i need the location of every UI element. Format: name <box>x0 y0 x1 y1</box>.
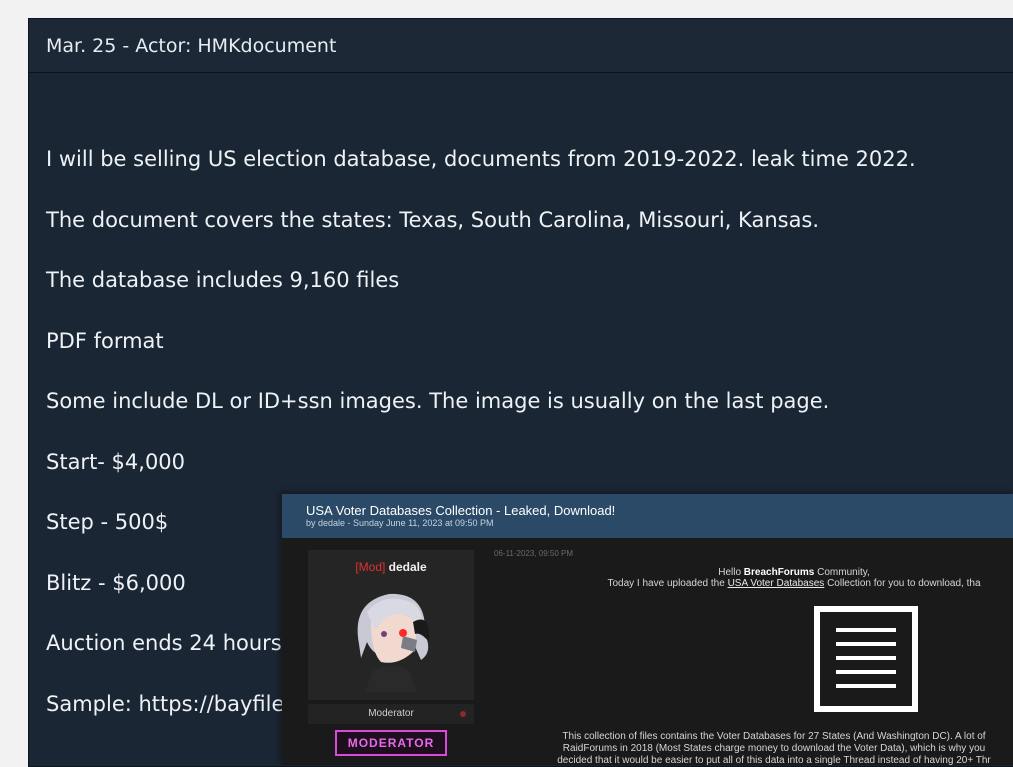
thread-title[interactable]: USA Voter Databases Collection - Leaked,… <box>306 504 1013 518</box>
greeting-line: Hello BreachForums Community, <box>494 567 1013 578</box>
thread-title-bar: USA Voter Databases Collection - Leaked,… <box>282 494 1013 538</box>
mod-tag: [Mod] <box>355 560 386 574</box>
thread-byline: by dedale - Sunday June 11, 2023 at 09:5… <box>306 518 494 528</box>
post-line: The document covers the states: Texas, S… <box>46 207 820 232</box>
role-row: Moderator <box>308 704 474 724</box>
greeting-post: Community, <box>814 567 870 578</box>
upload-link[interactable]: USA Voter Databases <box>728 578 825 589</box>
greeting-bold: BreachForums <box>743 567 815 578</box>
upload-pre: Today I have uploaded the <box>607 578 728 589</box>
desc-line: This collection of files contains the Vo… <box>562 731 986 742</box>
post-header: Mar. 25 - Actor: HMKdocument <box>29 19 1013 73</box>
desc-line: RaidForums in 2018 (Most States charge m… <box>562 743 986 754</box>
username-text: dedale <box>388 560 427 574</box>
upload-post: Collection for you to download, tha <box>824 578 981 589</box>
post-date: 06-11-2023, 09:50 PM <box>494 549 574 558</box>
post-line: PDF format <box>46 328 164 353</box>
post-line: The database includes 9,160 files <box>46 268 400 292</box>
avatar-image[interactable] <box>341 582 441 692</box>
online-status-dot <box>460 711 466 717</box>
user-sidebar: [Mod] dedale Moderator MODERATOR <box>308 550 474 765</box>
forum-screenshot-inset: USA Voter Databases Collection - Leaked,… <box>282 494 1013 765</box>
post-line: Some include DL or ID+ssn images. The im… <box>46 389 830 413</box>
profile-card: [Mod] dedale <box>308 550 474 700</box>
document-icon <box>814 606 918 712</box>
upload-line: Today I have uploaded the USA Voter Data… <box>494 578 1013 589</box>
post-intro: Hello BreachForums Community, Today I ha… <box>494 567 1013 589</box>
post-description: This collection of files contains the Vo… <box>494 731 1013 765</box>
moderator-badge: MODERATOR <box>335 730 447 756</box>
username[interactable]: [Mod] dedale <box>308 560 474 574</box>
desc-line: decided that it would be easier to put a… <box>557 755 991 765</box>
post-line: I will be selling US election database, … <box>46 147 916 171</box>
role-label: Moderator <box>368 708 414 719</box>
greeting-pre: Hello <box>718 567 744 578</box>
